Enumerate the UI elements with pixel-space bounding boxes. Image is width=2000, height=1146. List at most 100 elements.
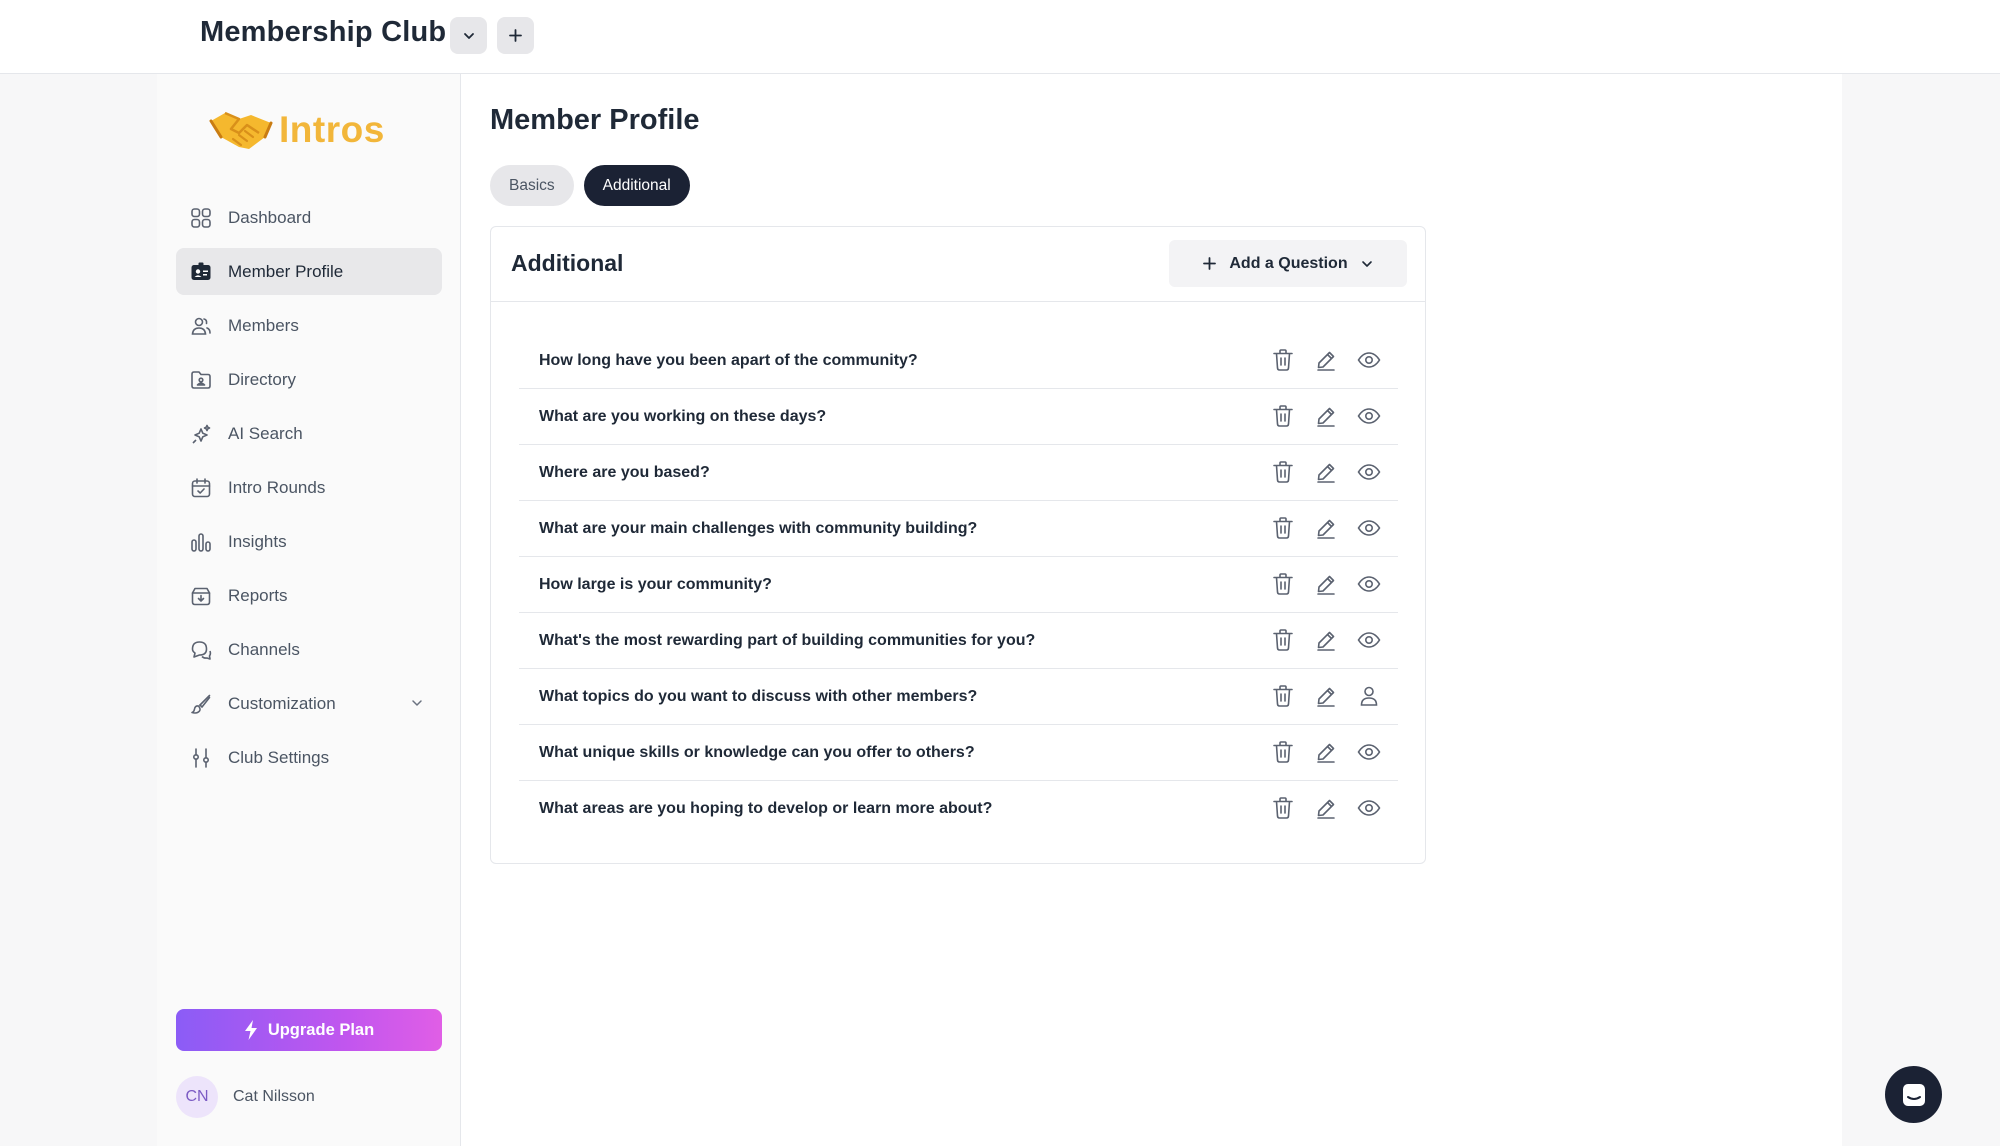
question-text: What are your main challenges with commu… [539,519,978,537]
page-title: Member Profile [490,104,700,136]
sidebar-item-label: Intro Rounds [228,477,326,497]
eye-icon[interactable] [1357,404,1381,428]
sidebar-item-member-profile[interactable]: Member Profile [176,248,442,295]
chat-icon [1902,1083,1925,1106]
question-actions [1271,572,1381,596]
sidebar-item-channels[interactable]: Channels [176,626,442,673]
question-actions [1271,516,1381,540]
trash-icon[interactable] [1271,404,1295,428]
question-row: What are your main challenges with commu… [519,501,1398,557]
sidebar-item-label: Members [228,315,299,335]
trash-icon[interactable] [1271,572,1295,596]
profile-tabs: Basics Additional [490,165,690,206]
question-actions [1271,348,1381,372]
sidebar-item-label: Reports [228,585,288,605]
eye-icon[interactable] [1357,348,1381,372]
question-text: What are you working on these days? [539,407,827,425]
sidebar-item-label: AI Search [228,423,303,443]
pencil-icon[interactable] [1314,628,1338,652]
sidebar-item-label: Channels [228,639,300,659]
tab-basics[interactable]: Basics [490,165,574,206]
card-title: Additional [511,250,624,276]
user-name: Cat Nilsson [233,1088,315,1105]
top-bar: Membership Club [0,0,2000,74]
sidebar-item-label: Member Profile [228,261,344,281]
sliders-icon [190,747,212,769]
club-title: Membership Club [200,16,447,48]
sidebar-item-intro-rounds[interactable]: Intro Rounds [176,464,442,511]
question-row: What are you working on these days? [519,389,1398,445]
calendar-icon [190,477,212,499]
trash-icon[interactable] [1271,460,1295,484]
trash-icon[interactable] [1271,684,1295,708]
pencil-icon[interactable] [1314,460,1338,484]
trash-icon[interactable] [1271,516,1295,540]
sidebar-item-ai-search[interactable]: AI Search [176,410,442,457]
id-card-icon [190,261,212,283]
chevron-down-icon [463,32,474,39]
pencil-icon[interactable] [1314,572,1338,596]
question-actions [1271,404,1381,428]
trash-icon[interactable] [1271,628,1295,652]
eye-icon[interactable] [1357,740,1381,764]
chevron-down-icon [1360,257,1374,271]
bar-chart-icon [190,531,212,553]
sidebar-item-reports[interactable]: Reports [176,572,442,619]
question-row: What areas are you hoping to develop or … [519,781,1398,837]
sidebar-item-directory[interactable]: Directory [176,356,442,403]
tab-additional[interactable]: Additional [583,165,690,206]
pencil-icon[interactable] [1314,796,1338,820]
question-actions [1271,460,1381,484]
eye-icon[interactable] [1357,460,1381,484]
question-text: What unique skills or knowledge can you … [539,743,975,761]
sidebar-item-members[interactable]: Members [176,302,442,349]
inbox-download-icon [190,585,212,607]
eye-icon[interactable] [1357,628,1381,652]
question-row: Where are you based? [519,445,1398,501]
logo[interactable]: Intros [209,102,385,158]
question-list: How long have you been apart of the comm… [519,333,1398,837]
plus-icon [509,29,522,42]
question-text: What areas are you hoping to develop or … [539,800,993,817]
question-actions [1271,684,1381,708]
upgrade-plan-button[interactable]: Upgrade Plan [176,1009,442,1051]
sidebar-item-insights[interactable]: Insights [176,518,442,565]
question-text: How long have you been apart of the comm… [539,351,918,369]
pencil-icon[interactable] [1314,740,1338,764]
eye-icon[interactable] [1357,572,1381,596]
plus-icon [1202,256,1217,271]
question-text: How large is your community? [539,575,772,593]
additional-questions-card: Additional Add a Question How long have … [490,226,1426,864]
trash-icon[interactable] [1271,348,1295,372]
question-row: How large is your community? [519,557,1398,613]
trash-icon[interactable] [1271,740,1295,764]
question-actions [1271,628,1381,652]
club-switcher-button[interactable] [450,17,487,54]
directory-icon [190,369,212,391]
sidebar-item-customization[interactable]: Customization [176,680,442,727]
person-icon[interactable] [1357,684,1381,708]
add-question-button[interactable]: Add a Question [1169,240,1407,287]
trash-icon[interactable] [1271,796,1295,820]
add-club-button[interactable] [497,17,534,54]
handshake-icon [209,111,273,149]
question-actions [1271,796,1381,820]
eye-icon[interactable] [1357,796,1381,820]
add-question-label: Add a Question [1229,254,1348,272]
pencil-icon[interactable] [1314,516,1338,540]
chevron-down-icon[interactable] [410,696,424,710]
pencil-icon[interactable] [1314,404,1338,428]
eye-icon[interactable] [1357,516,1381,540]
sidebar-item-dashboard[interactable]: Dashboard [176,194,442,241]
card-header: Additional Add a Question [491,227,1425,302]
question-text: What topics do you want to discuss with … [539,687,978,705]
question-row: What unique skills or knowledge can you … [519,725,1398,781]
question-row: How long have you been apart of the comm… [519,333,1398,389]
sidebar-item-club-settings[interactable]: Club Settings [176,734,442,781]
question-text: Where are you based? [539,463,710,481]
pencil-icon[interactable] [1314,684,1338,708]
user-profile[interactable]: CN Cat Nilsson [176,1076,315,1118]
pencil-icon[interactable] [1314,348,1338,372]
chat-widget-button[interactable] [1885,1066,1942,1123]
brush-icon [190,693,212,715]
